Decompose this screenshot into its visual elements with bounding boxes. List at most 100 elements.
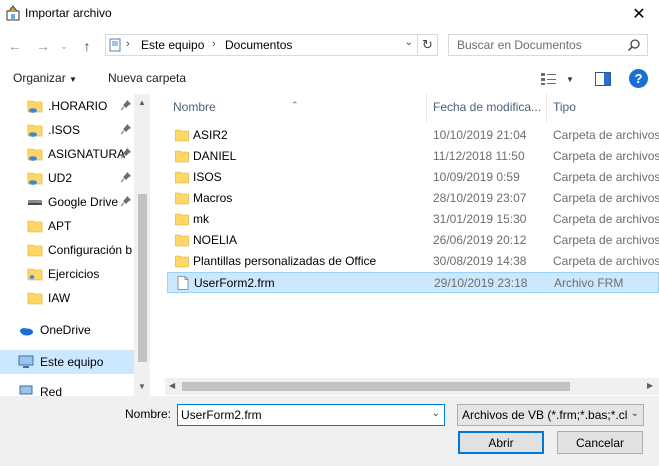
folder-icon [175, 213, 189, 226]
file-type: Carpeta de archivos [553, 191, 659, 205]
scroll-thumb[interactable] [138, 194, 147, 362]
onedrive-cloud-icon [20, 328, 33, 336]
folder-icon [175, 150, 189, 163]
drive-icon [28, 200, 42, 205]
file-row-macros[interactable]: Macros 28/10/2019 23:07 Carpeta de archi… [167, 188, 659, 209]
sidebar-item-label: OneDrive [40, 323, 91, 337]
file-row-mk[interactable]: mk 31/01/2019 15:30 Carpeta de archivos [167, 209, 659, 230]
sidebar-item-asignatura[interactable]: ASIGNATURA [0, 142, 134, 166]
breadcrumb-separator[interactable]: › [126, 38, 130, 50]
sidebar-item-ejercicios[interactable]: Ejercicios [0, 262, 134, 286]
open-button[interactable]: Abrir [458, 431, 544, 454]
recent-locations-button[interactable]: ⌄ [58, 37, 70, 55]
organize-menu[interactable]: Organizar ▼ [13, 71, 77, 85]
sidebar-item-iaw[interactable]: IAW [0, 286, 134, 310]
breadcrumb-this-pc[interactable]: Este equipo [141, 38, 204, 52]
chevron-down-icon[interactable]: ⌄ [405, 37, 413, 48]
sidebar-item-network[interactable]: Red [0, 380, 134, 396]
file-type: Carpeta de archivos [553, 233, 659, 247]
file-name: UserForm2.frm [194, 276, 275, 290]
file-name: Macros [193, 191, 233, 205]
up-button[interactable]: ↑ [78, 37, 96, 55]
import-app-icon [6, 5, 20, 21]
file-type: Carpeta de archivos [553, 149, 659, 163]
file-type: Archivo FRM [554, 276, 624, 290]
column-date-label: Fecha de modifica... [433, 100, 542, 114]
sidebar-item-onedrive[interactable]: OneDrive [0, 318, 134, 342]
new-folder-button[interactable]: Nueva carpeta [108, 71, 186, 85]
sidebar-item-horario[interactable]: .HORARIO [0, 94, 134, 118]
column-name-label: Nombre [173, 100, 216, 114]
column-header-type[interactable]: Tipo [547, 94, 659, 122]
sidebar-item-label: APT [48, 219, 72, 233]
folder-icon [175, 192, 189, 205]
sidebar-item-configuracion[interactable]: Configuración b [0, 238, 134, 262]
file-row-daniel[interactable]: DANIEL 11/12/2018 11:50 Carpeta de archi… [167, 146, 659, 167]
file-date: 30/08/2019 14:38 [433, 254, 527, 268]
scroll-up-icon[interactable]: ▲ [138, 98, 146, 107]
pin-icon[interactable] [120, 99, 132, 111]
change-view-button[interactable]: ▼ [540, 70, 576, 88]
back-button[interactable]: ← [6, 37, 24, 55]
filetype-select[interactable]: Archivos de VB (*.frm;*.bas;*.cls) ⌄ [457, 404, 644, 426]
column-type-label: Tipo [553, 100, 576, 114]
folder-icon [175, 129, 189, 142]
arrow-right-icon: → [36, 38, 50, 54]
window-title: Importar archivo [25, 6, 112, 20]
folder-icon [175, 255, 189, 268]
file-row-isos[interactable]: ISOS 10/09/2019 0:59 Carpeta de archivos [167, 167, 659, 188]
sidebar-scrollbar[interactable]: ▲ ▼ [134, 94, 150, 396]
sidebar-item-isos[interactable]: .ISOS [0, 118, 134, 142]
dropdown-arrow-icon: ▼ [566, 74, 574, 84]
breadcrumb-separator[interactable]: › [212, 38, 216, 50]
file-row-plantillas[interactable]: Plantillas personalizadas de Office 30/0… [167, 251, 659, 272]
sidebar-item-apt[interactable]: APT [0, 214, 134, 238]
file-name: Plantillas personalizadas de Office [193, 254, 377, 268]
sidebar-item-ud2[interactable]: UD2 [0, 166, 134, 190]
column-header-name[interactable]: Nombre ⌃ [165, 94, 427, 122]
file-name: ASIR2 [193, 128, 228, 142]
pin-icon[interactable] [120, 147, 132, 159]
scroll-right-icon[interactable]: ▶ [647, 381, 653, 390]
sidebar-item-google-drive[interactable]: Google Drive [0, 190, 134, 214]
filetype-value: Archivos de VB (*.frm;*.bas;*.cls) [462, 408, 628, 422]
refresh-button[interactable]: ↻ [417, 35, 437, 55]
search-box[interactable] [448, 34, 648, 56]
breadcrumb-documents[interactable]: Documentos [225, 38, 292, 52]
pin-icon[interactable] [120, 171, 132, 183]
scroll-thumb[interactable] [182, 382, 570, 391]
arrow-left-icon: ← [8, 38, 22, 54]
footer-panel: Nombre: ⌄ Archivos de VB (*.frm;*.bas;*.… [0, 396, 659, 466]
scroll-left-icon[interactable]: ◀ [169, 381, 175, 390]
cancel-button[interactable]: Cancelar [557, 431, 643, 454]
horizontal-scrollbar[interactable]: ◀ ▶ [165, 378, 659, 395]
scroll-down-icon[interactable]: ▼ [138, 382, 146, 391]
filename-input[interactable] [181, 408, 421, 422]
computer-icon [18, 355, 34, 368]
folder-icon [27, 244, 43, 257]
title-bar: Importar archivo ✕ [0, 0, 659, 28]
address-bar[interactable]: › Este equipo › Documentos ⌄ ↻ [105, 34, 438, 56]
file-icon [177, 276, 189, 290]
close-button[interactable]: ✕ [619, 0, 659, 28]
folder-cloud-icon [27, 100, 43, 113]
file-row-noelia[interactable]: NOELIA 26/06/2019 20:12 Carpeta de archi… [167, 230, 659, 251]
preview-pane-icon[interactable] [594, 70, 612, 88]
folder-icon [27, 220, 43, 233]
file-row-userform2[interactable]: UserForm2.frm 29/10/2019 23:18 Archivo F… [167, 272, 659, 293]
pin-icon[interactable] [120, 123, 132, 135]
sidebar-item-this-pc[interactable]: Este equipo [0, 350, 134, 374]
file-name: ISOS [193, 170, 222, 184]
folder-cloud-icon [27, 124, 43, 137]
navigation-pane: .HORARIO .ISOS ASIGNATURA UD2 Google Dri… [0, 94, 150, 396]
chevron-down-icon[interactable]: ⌄ [432, 408, 440, 419]
file-date: 28/10/2019 23:07 [433, 191, 527, 205]
forward-button[interactable]: → [34, 37, 52, 55]
pin-icon[interactable] [120, 195, 132, 207]
search-input[interactable] [457, 38, 622, 52]
filename-combobox[interactable]: ⌄ [177, 404, 445, 426]
file-list: Nombre ⌃ Fecha de modifica... Tipo ASIR2… [165, 94, 659, 396]
help-button[interactable]: ? [629, 69, 648, 88]
column-header-date[interactable]: Fecha de modifica... [427, 94, 547, 122]
file-row-asir2[interactable]: ASIR2 10/10/2019 21:04 Carpeta de archiv… [167, 125, 659, 146]
